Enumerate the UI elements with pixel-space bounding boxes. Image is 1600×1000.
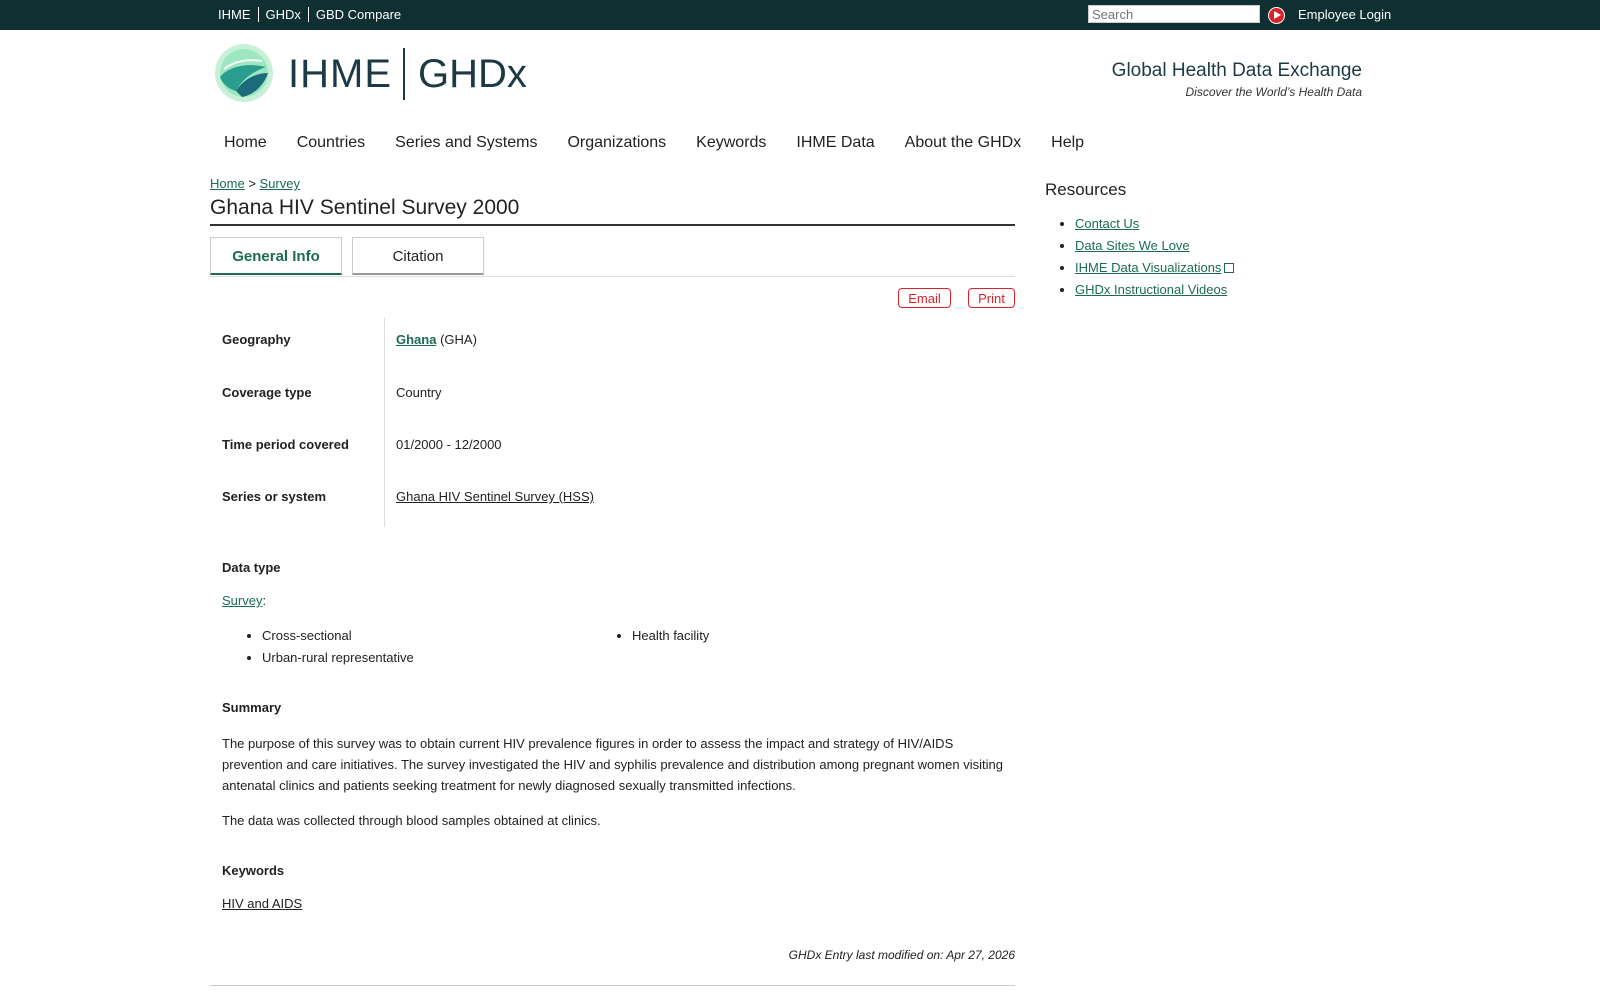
series-link[interactable]: Ghana HIV Sentinel Survey (HSS) bbox=[396, 489, 594, 504]
coverage-type-label: Coverage type bbox=[222, 385, 312, 400]
print-button[interactable]: Print bbox=[968, 288, 1015, 308]
nav-item-ihme-data[interactable]: IHME Data bbox=[796, 134, 874, 151]
nav-item-keywords[interactable]: Keywords bbox=[696, 134, 766, 151]
resource-link-data-sites[interactable]: Data Sites We Love bbox=[1075, 238, 1190, 253]
logo-ihme-text[interactable]: IHME bbox=[288, 52, 392, 97]
logo-ghdx-text[interactable]: GHDx bbox=[418, 52, 527, 97]
resource-link-instructional-videos[interactable]: GHDx Instructional Videos bbox=[1075, 282, 1227, 297]
tab-general-info[interactable]: General Info bbox=[210, 237, 342, 275]
summary-text: The purpose of this survey was to obtain… bbox=[222, 733, 1012, 831]
series-label: Series or system bbox=[222, 489, 327, 504]
resource-link-contact-us[interactable]: Contact Us bbox=[1075, 216, 1139, 231]
geography-link[interactable]: Ghana bbox=[396, 332, 436, 347]
page-title: Ghana HIV Sentinel Survey 2000 bbox=[210, 196, 520, 219]
breadcrumb-home[interactable]: Home bbox=[210, 176, 245, 191]
breadcrumb-survey[interactable]: Survey bbox=[260, 176, 300, 191]
resources-title: Resources bbox=[1045, 180, 1127, 199]
search-input[interactable] bbox=[1088, 5, 1260, 23]
list-item: Health facility bbox=[632, 628, 709, 643]
external-link-icon bbox=[1224, 263, 1235, 273]
site-subtagline: Discover the World’s Health Data bbox=[1185, 85, 1362, 99]
data-type-label: Data type bbox=[222, 560, 281, 575]
tabs-divider bbox=[210, 276, 1015, 277]
top-links: IHME GHDx GBD Compare bbox=[218, 7, 408, 22]
keyword-link-hiv-and-aids[interactable]: HIV and AIDS bbox=[222, 896, 302, 911]
keywords-label: Keywords bbox=[222, 863, 285, 878]
geography-label: Geography bbox=[222, 332, 291, 347]
info-table-divider bbox=[384, 318, 385, 527]
list-item: Urban-rural representative bbox=[262, 650, 414, 665]
data-type-list-2: Health facility bbox=[592, 628, 709, 650]
search-go-button[interactable] bbox=[1268, 7, 1285, 24]
summary-label: Summary bbox=[222, 700, 282, 715]
logo-divider bbox=[403, 48, 405, 100]
tab-citation[interactable]: Citation bbox=[352, 237, 484, 275]
bottom-divider bbox=[210, 985, 1015, 986]
title-divider bbox=[210, 224, 1015, 226]
coverage-type-value: Country bbox=[396, 385, 442, 400]
nav-item-help[interactable]: Help bbox=[1051, 134, 1084, 151]
nav-item-organizations[interactable]: Organizations bbox=[567, 134, 666, 151]
main-nav: Home Countries Series and Systems Organizat… bbox=[224, 134, 1114, 152]
top-bar: IHMEGHDxGBD Compare Employee Login bbox=[0, 0, 1600, 30]
nav-item-countries[interactable]: Countries bbox=[297, 134, 365, 151]
arrow-right-icon bbox=[1269, 8, 1284, 23]
nav-item-series-and-systems[interactable]: Series and Systems bbox=[395, 134, 537, 151]
top-link-ihme[interactable]: IHME bbox=[218, 7, 259, 22]
nav-item-home[interactable]: Home bbox=[224, 134, 267, 151]
top-link-gbd-compare[interactable]: GBD Compare bbox=[309, 7, 408, 22]
geography-value: Ghana (GHA) bbox=[396, 332, 477, 347]
time-period-label: Time period covered bbox=[222, 437, 349, 452]
email-button[interactable]: Email bbox=[898, 288, 951, 308]
summary-paragraph-1: The purpose of this survey was to obtain… bbox=[222, 736, 1003, 793]
site-tagline: Global Health Data Exchange bbox=[1111, 60, 1362, 81]
data-type-line: Survey: bbox=[222, 593, 266, 608]
data-type-survey-link[interactable]: Survey bbox=[222, 593, 262, 608]
resources-list: Contact Us Data Sites We Love IHME Data … bbox=[1045, 216, 1235, 304]
ihme-logo-icon[interactable] bbox=[214, 43, 274, 103]
time-period-value: 01/2000 - 12/2000 bbox=[396, 437, 502, 452]
geography-code: (GHA) bbox=[436, 332, 477, 347]
summary-paragraph-2: The data was collected through blood sam… bbox=[222, 813, 601, 828]
nav-item-about-the-ghdx[interactable]: About the GHDx bbox=[905, 134, 1022, 151]
list-item: Cross-sectional bbox=[262, 628, 414, 643]
resource-link-ihme-data-visualizations[interactable]: IHME Data Visualizations bbox=[1075, 260, 1221, 275]
breadcrumb: Home > Survey bbox=[210, 176, 300, 191]
top-link-ghdx[interactable]: GHDx bbox=[258, 7, 309, 22]
data-type-colon: : bbox=[262, 593, 267, 608]
employee-login-link[interactable]: Employee Login bbox=[1298, 7, 1391, 22]
breadcrumb-separator: > bbox=[248, 176, 256, 191]
data-type-list-1: Cross-sectional Urban-rural representati… bbox=[222, 628, 414, 672]
last-modified: GHDx Entry last modified on: Apr 27, 202… bbox=[788, 948, 1015, 962]
